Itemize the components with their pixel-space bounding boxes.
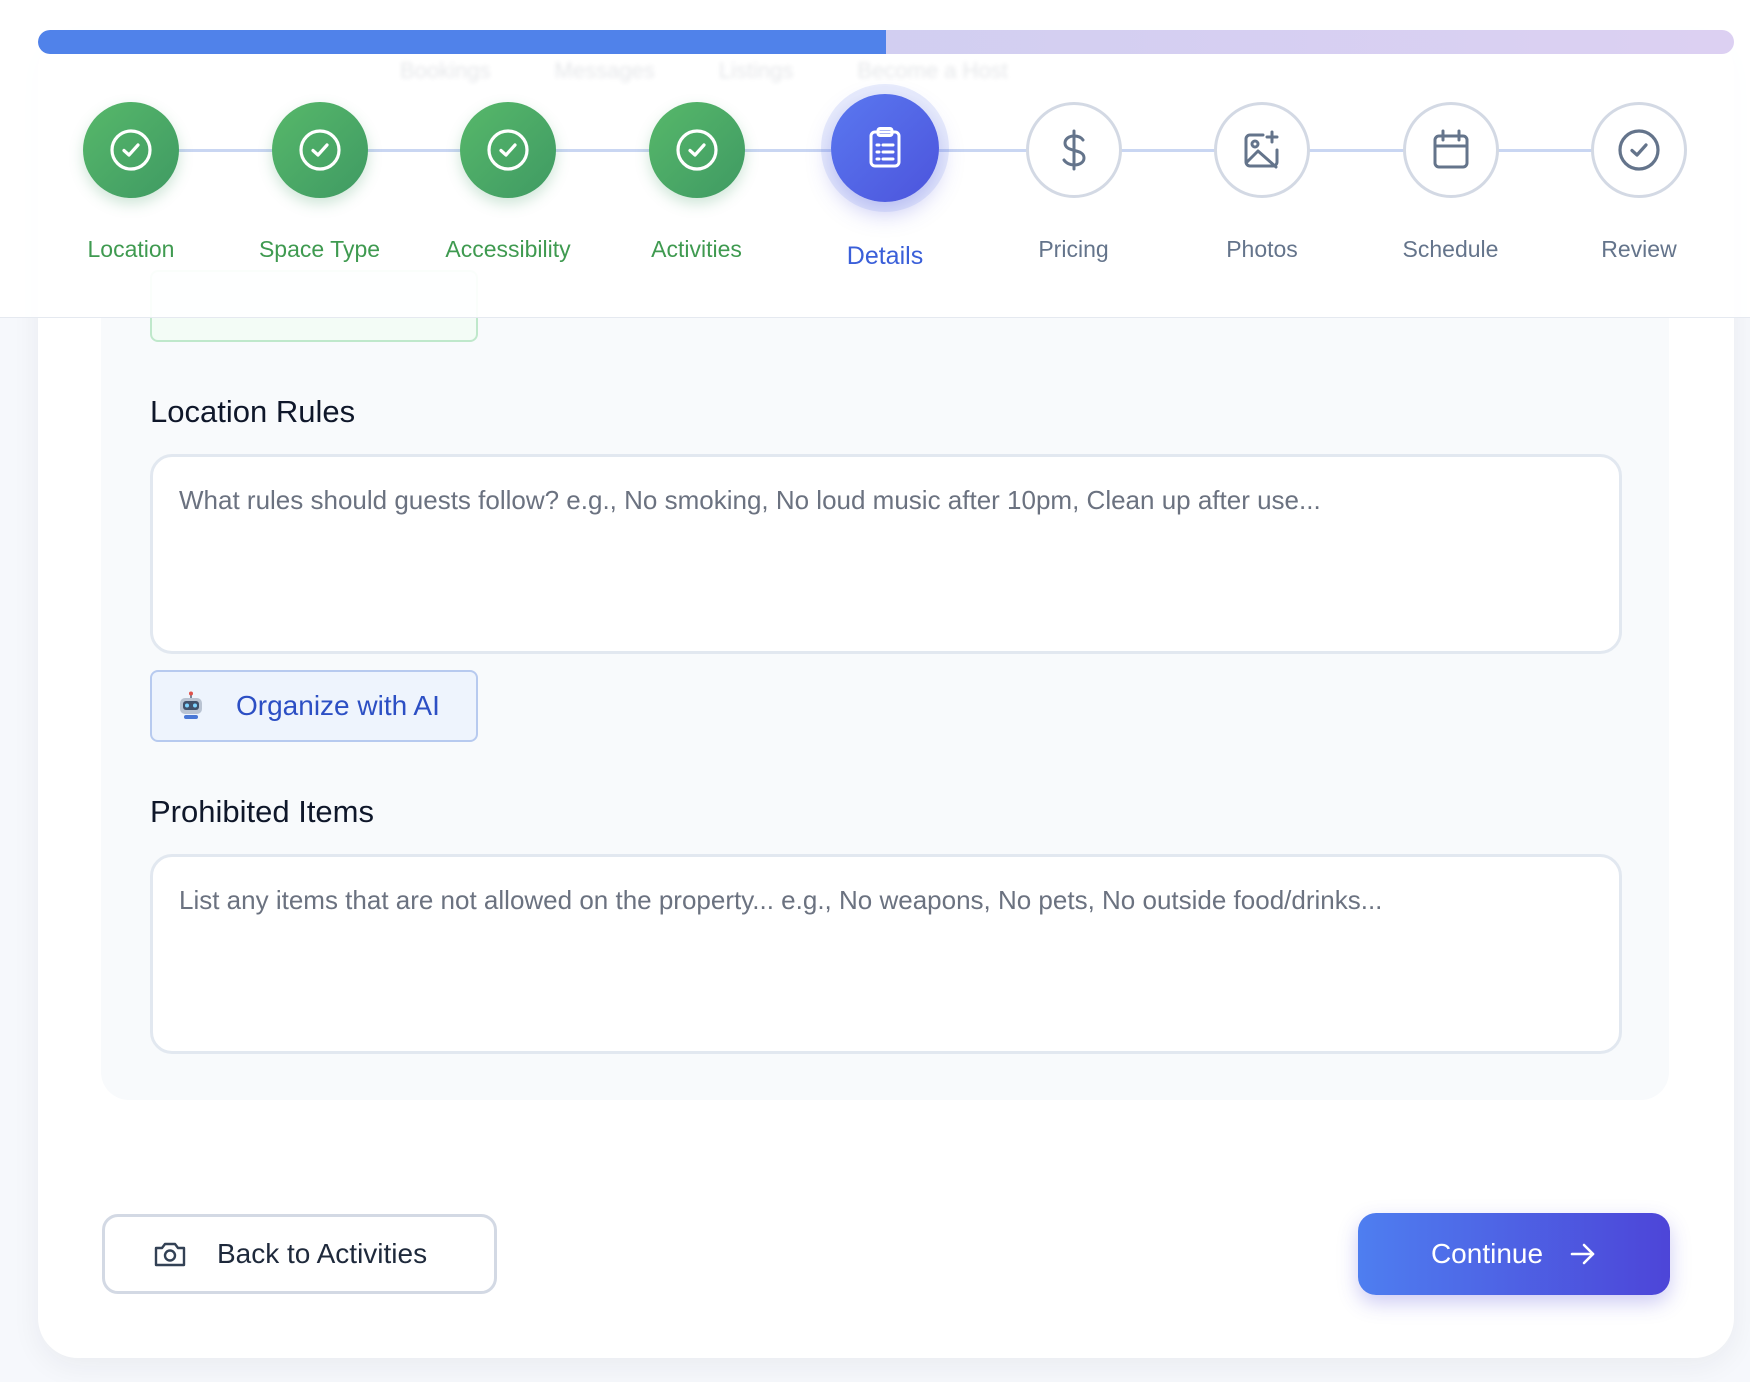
- step-circle: [1402, 102, 1499, 198]
- organize-with-ai-button[interactable]: Organize with AI: [150, 670, 478, 742]
- step-label: Accessibility: [445, 236, 571, 262]
- check-circle-icon: [297, 127, 343, 173]
- dollar-icon: [1057, 128, 1091, 172]
- check-circle-icon: [1616, 127, 1662, 173]
- step-label: Location: [87, 236, 175, 262]
- step-label: Details: [846, 242, 924, 270]
- robot-icon: [180, 691, 202, 719]
- arrow-right-icon: [1570, 1243, 1595, 1265]
- step-circle: [271, 102, 368, 198]
- check-circle-icon: [108, 127, 154, 173]
- location-rules-title: Location Rules: [150, 394, 356, 429]
- step-accessibility[interactable]: Accessibility: [428, 100, 588, 263]
- step-photos[interactable]: Photos: [1182, 100, 1342, 263]
- calendar-icon: [1430, 128, 1472, 172]
- step-details[interactable]: Details: [805, 94, 965, 271]
- step-label: Photos: [1226, 236, 1298, 262]
- location-rules-input[interactable]: [150, 454, 1622, 654]
- step-circle: [83, 102, 179, 198]
- continue-button[interactable]: Continue: [1358, 1213, 1670, 1295]
- step-circle: [1591, 102, 1687, 198]
- prohibited-items-title: Prohibited Items: [150, 794, 374, 829]
- step-label: Schedule: [1402, 236, 1499, 262]
- back-button-label: Back to Activities: [217, 1238, 428, 1269]
- step-circle: [1025, 102, 1122, 198]
- step-circle: [460, 102, 556, 198]
- step-label: Pricing: [1038, 236, 1109, 262]
- step-schedule[interactable]: Schedule: [1371, 100, 1531, 263]
- continue-button-label: Continue: [1430, 1238, 1544, 1269]
- step-circle: [831, 94, 939, 202]
- step-circle: [1214, 102, 1310, 198]
- step-label: Activities: [651, 236, 742, 262]
- stepper-header: Bookings Messages Listings Become a Host Lo…: [0, 0, 1750, 318]
- image-plus-icon: [1241, 129, 1283, 171]
- step-space-type[interactable]: Space Type: [240, 100, 400, 263]
- step-label: Space Type: [258, 236, 381, 262]
- back-to-activities-button[interactable]: Back to Activities: [102, 1214, 497, 1294]
- step-location[interactable]: Location: [51, 100, 211, 263]
- check-circle-icon: [674, 127, 720, 173]
- prohibited-items-input[interactable]: [150, 854, 1622, 1054]
- step-activities[interactable]: Activities: [617, 100, 777, 263]
- step-pricing[interactable]: Pricing: [994, 100, 1154, 263]
- step-circle: [648, 102, 745, 198]
- step-review[interactable]: Review: [1559, 100, 1719, 263]
- stepper: Location Space Type Accessibility Activitie…: [0, 0, 1750, 300]
- organize-with-ai-label: Organize with AI: [236, 690, 440, 721]
- check-circle-icon: [485, 127, 531, 173]
- clipboard-icon: [865, 126, 905, 170]
- step-label: Review: [1601, 236, 1677, 262]
- camera-icon: [154, 1242, 186, 1267]
